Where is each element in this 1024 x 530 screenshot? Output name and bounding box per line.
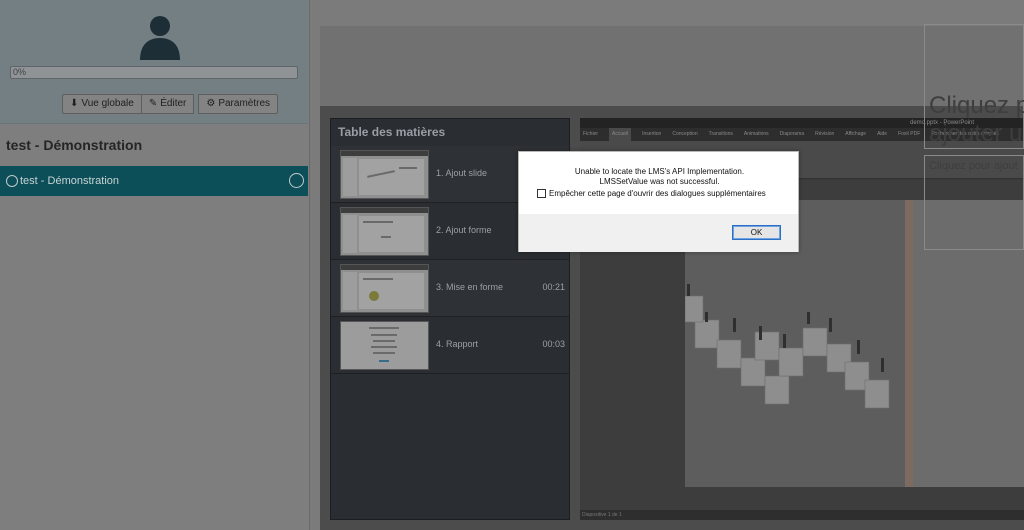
- toc-item[interactable]: 4. Rapport 00:03: [331, 317, 569, 374]
- toc-item-label: 1. Ajout slide: [436, 168, 488, 178]
- ppt-status-bar: Diapositive 1 de 1: [580, 510, 1024, 520]
- overview-button[interactable]: ⬇ Vue globale: [62, 94, 142, 114]
- toolbar: ⬇ Vue globale ✎ Éditer ⚙ Paramètres: [62, 94, 279, 114]
- progress-bar: 0%: [10, 66, 298, 79]
- toc-item-label: 2. Ajout forme: [436, 225, 492, 235]
- ok-button[interactable]: OK: [732, 225, 781, 240]
- status-ring-icon: [6, 175, 18, 187]
- sidebar: 0% ⬇ Vue globale ✎ Éditer ⚙ Paramètres t…: [0, 0, 310, 530]
- ppt-tab: Révision: [815, 131, 835, 137]
- suppress-dialogs-checkbox[interactable]: [537, 189, 546, 198]
- slide-accent-bar: [905, 200, 913, 487]
- toc-item-label: 3. Mise en forme: [436, 282, 504, 292]
- profile-panel: 0% ⬇ Vue globale ✎ Éditer ⚙ Paramètres: [0, 0, 308, 124]
- ppt-tab: Transitions: [708, 131, 733, 137]
- settings-label: Paramètres: [218, 98, 271, 109]
- ppt-tab: Foxit PDF: [898, 131, 921, 137]
- ppt-tab: Insertion: [642, 131, 662, 137]
- course-item-label: test - Démonstration: [20, 175, 120, 187]
- ppt-tab: Animations: [743, 131, 769, 137]
- toc-item[interactable]: 3. Mise en forme 00:21: [331, 260, 569, 317]
- ppt-tab: Fichier: [583, 131, 599, 137]
- pencil-icon: ✎: [148, 98, 158, 109]
- user-avatar-icon: [140, 16, 180, 60]
- slide-thumbnail: [340, 264, 429, 313]
- dialog-message-line: LMSSetValue was not successful.: [599, 177, 720, 186]
- settings-button[interactable]: ⚙ Paramètres: [198, 94, 279, 114]
- toc-item-label: 4. Rapport: [436, 339, 479, 349]
- slide-title-text: Cliquez p ajouter u: [929, 92, 1024, 147]
- suppress-dialogs-option[interactable]: Empêcher cette page d'ouvrir des dialogu…: [537, 189, 766, 198]
- dialog-footer: OK: [519, 214, 798, 252]
- slide-thumbnail: [340, 207, 429, 256]
- course-list-item[interactable]: test - Démonstration: [0, 166, 308, 196]
- content-header-area: [320, 26, 1024, 106]
- progress-text: 0%: [13, 67, 27, 77]
- toc-title: Table des matières: [338, 125, 446, 139]
- slide-thumbnail: [340, 321, 429, 370]
- suppress-dialogs-label: Empêcher cette page d'ouvrir des dialogu…: [549, 189, 766, 198]
- download-icon: ⬇: [70, 98, 79, 109]
- completion-ring-icon: [289, 173, 304, 188]
- gear-icon: ⚙: [206, 98, 216, 109]
- course-title: test - Démonstration: [6, 137, 143, 153]
- slide-thumbnail: [340, 150, 429, 199]
- edit-button[interactable]: ✎ Éditer: [141, 94, 195, 114]
- ppt-tab: Aide: [877, 131, 888, 137]
- ppt-tab: Conception: [672, 131, 698, 137]
- slide-body-text: Cliquez pour ajout: [929, 160, 1018, 172]
- lms-error-dialog: Unable to locate the LMS's API Implement…: [518, 151, 799, 252]
- ppt-tab: Affichage: [845, 131, 867, 137]
- dialog-message-line: Unable to locate the LMS's API Implement…: [574, 167, 745, 176]
- ppt-tab: Diaporama: [779, 131, 805, 137]
- ppt-tab: Accueil: [609, 128, 632, 141]
- toc-item-time: 00:21: [542, 282, 565, 292]
- dialog-message: Unable to locate the LMS's API Implement…: [519, 167, 800, 187]
- toc-item-time: 00:03: [542, 339, 565, 349]
- edit-label: Éditer: [160, 98, 187, 109]
- overview-label: Vue globale: [81, 98, 134, 109]
